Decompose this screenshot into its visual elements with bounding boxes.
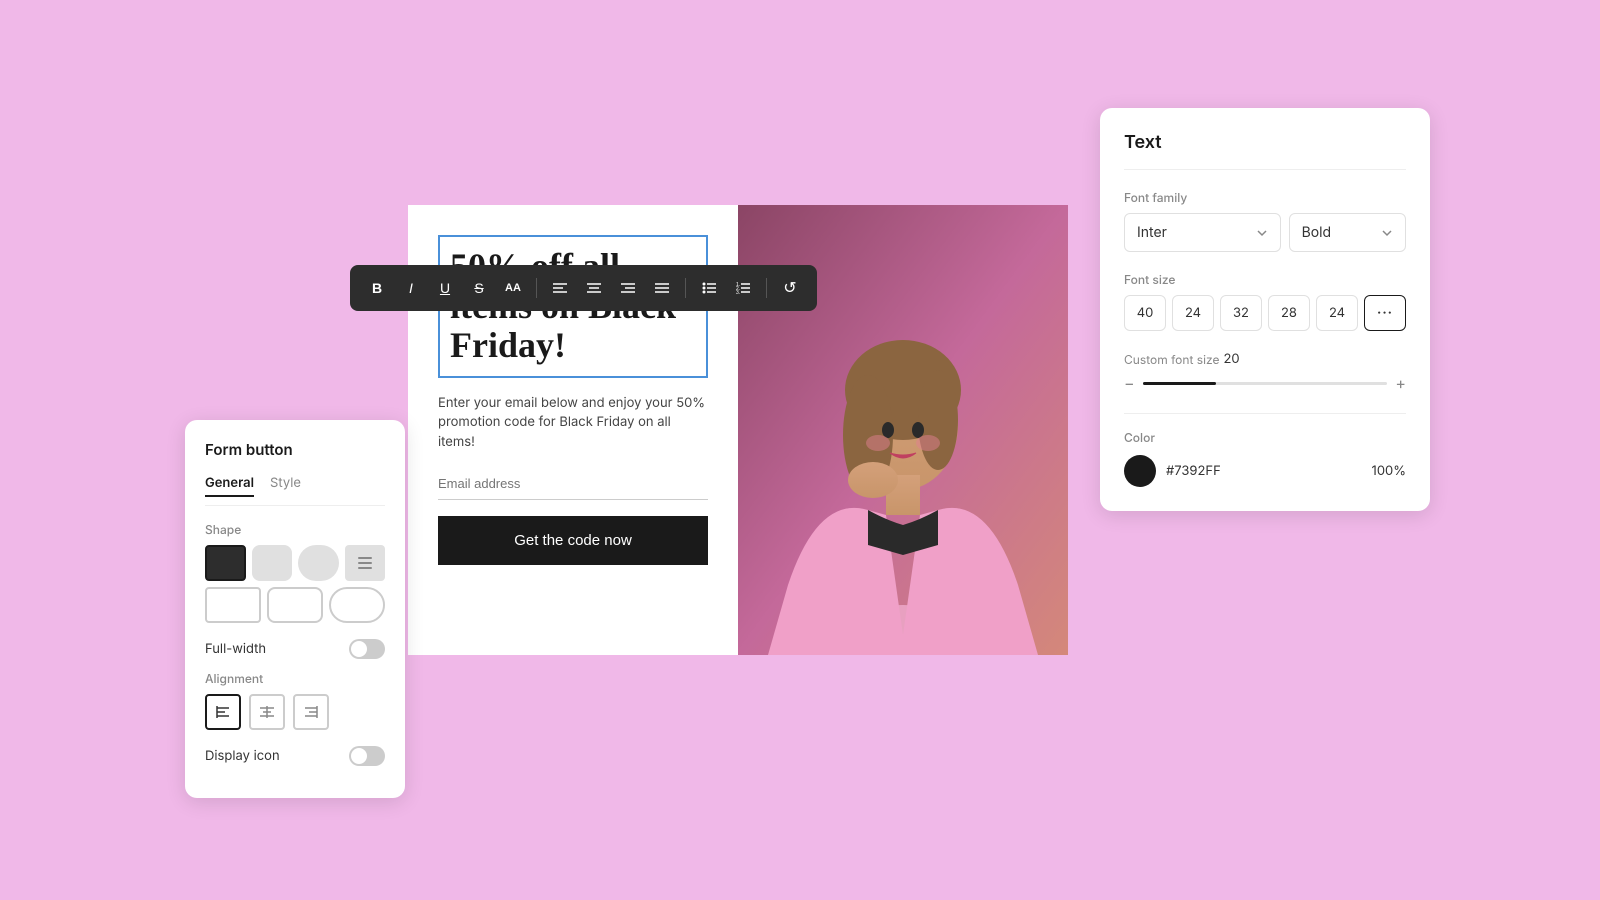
shape-outline-rect[interactable] (205, 587, 261, 623)
full-width-row: Full-width (205, 639, 385, 659)
toolbar-italic-button[interactable]: I (396, 273, 426, 303)
display-icon-toggle[interactable] (349, 746, 385, 766)
align-right-option[interactable] (293, 694, 329, 730)
toolbar-divider-2 (685, 278, 686, 298)
slider-increase-button[interactable]: + (1395, 373, 1406, 393)
toolbar-align-center-button[interactable] (579, 273, 609, 303)
align-left-option[interactable] (205, 694, 241, 730)
chevron-down-icon (1256, 227, 1268, 239)
text-toolbar: B I U S AA 1.2.3. ↺ (350, 265, 817, 311)
font-size-24b[interactable]: 24 (1316, 295, 1358, 331)
lines-icon (358, 557, 372, 569)
font-size-32[interactable]: 32 (1220, 295, 1262, 331)
color-hex-value: #7392FF (1166, 463, 1221, 479)
color-opacity-value: 100% (1372, 463, 1406, 479)
full-width-toggle[interactable] (349, 639, 385, 659)
form-button-panel: Form button General Style Shape Full-wid… (185, 420, 405, 798)
font-size-label: Font size (1124, 272, 1406, 287)
toolbar-bullet-list-button[interactable] (694, 273, 724, 303)
font-size-40[interactable]: 40 (1124, 295, 1166, 331)
slider-decrease-button[interactable]: − (1124, 373, 1135, 393)
email-button[interactable]: Get the code now (438, 516, 708, 565)
font-weight-select[interactable]: Bold (1289, 213, 1406, 252)
email-input[interactable] (438, 468, 708, 500)
font-family-value: Inter (1137, 224, 1167, 241)
toolbar-underline-button[interactable]: U (430, 273, 460, 303)
color-label: Color (1124, 430, 1406, 445)
display-icon-label: Display icon (205, 748, 280, 764)
form-button-panel-title: Form button (205, 440, 385, 459)
font-weight-value: Bold (1302, 224, 1332, 241)
font-family-select[interactable]: Inter (1124, 213, 1281, 252)
color-swatch[interactable] (1124, 455, 1156, 487)
alignment-label: Alignment (205, 671, 385, 686)
display-icon-row: Display icon (205, 746, 385, 766)
toolbar-align-right-button[interactable] (613, 273, 643, 303)
shape-rounded-lg[interactable] (298, 545, 339, 581)
font-family-label: Font family (1124, 190, 1406, 205)
shape-rounded-sm[interactable] (252, 545, 293, 581)
tab-style[interactable]: Style (270, 475, 301, 497)
font-size-more[interactable]: ··· (1364, 295, 1406, 331)
text-panel: Text Font family Inter Bold Font size 40… (1100, 108, 1430, 511)
toolbar-strikethrough-button[interactable]: S (464, 273, 494, 303)
toolbar-numbered-list-button[interactable]: 1.2.3. (728, 273, 758, 303)
shape-grid-row1 (205, 545, 385, 581)
font-size-24[interactable]: 24 (1172, 295, 1214, 331)
toolbar-bold-button[interactable]: B (362, 273, 392, 303)
custom-font-size-value: 20 (1223, 351, 1239, 367)
chevron-down-icon-2 (1381, 227, 1393, 239)
toolbar-divider-1 (536, 278, 537, 298)
tab-general[interactable]: General (205, 475, 254, 497)
toolbar-align-left-button[interactable] (545, 273, 575, 303)
toolbar-divider-3 (766, 278, 767, 298)
toolbar-case-button[interactable]: AA (498, 273, 528, 303)
font-size-slider-track[interactable] (1143, 382, 1388, 385)
svg-text:3.: 3. (736, 290, 740, 295)
shape-label: Shape (205, 522, 385, 537)
toolbar-align-justify-button[interactable] (647, 273, 677, 303)
text-panel-title: Text (1124, 132, 1406, 170)
shape-outline-rounded-sm[interactable] (267, 587, 323, 623)
toolbar-redo-button[interactable]: ↺ (775, 273, 805, 303)
full-width-label: Full-width (205, 641, 266, 657)
email-subtext: Enter your email below and enjoy your 50… (438, 394, 708, 453)
font-size-28[interactable]: 28 (1268, 295, 1310, 331)
font-size-options: 40 24 32 28 24 ··· (1124, 295, 1406, 331)
shape-lines[interactable] (345, 545, 385, 581)
font-size-slider-fill (1143, 382, 1216, 385)
shape-grid-row2 (205, 587, 385, 623)
color-row: #7392FF 100% (1124, 455, 1406, 487)
shape-outline-rounded-lg[interactable] (329, 587, 385, 623)
form-button-panel-tabs: General Style (205, 475, 385, 506)
shape-rect-filled[interactable] (205, 545, 246, 581)
alignment-options (205, 694, 385, 730)
color-section-divider (1124, 413, 1406, 414)
custom-font-size-label: Custom font size (1124, 352, 1219, 367)
font-family-row: Inter Bold (1124, 213, 1406, 252)
align-center-option[interactable] (249, 694, 285, 730)
